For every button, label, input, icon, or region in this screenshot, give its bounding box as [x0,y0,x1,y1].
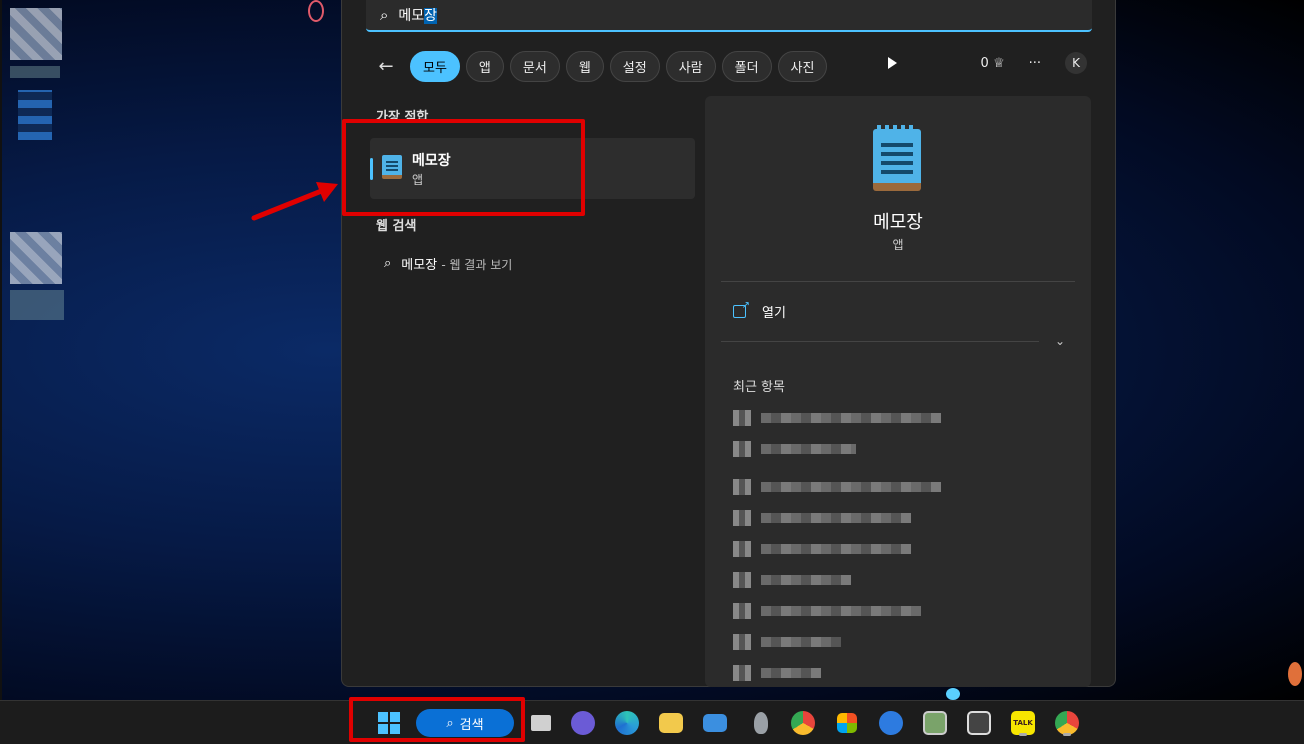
rewards-trophy-icon: ♕ [992,55,1005,71]
desktop-icon-blurred-1[interactable] [10,8,62,60]
annotation-highlight-best-match [342,119,585,216]
recent-item[interactable] [733,665,821,681]
desktop-icon-blurred-2[interactable] [18,90,52,140]
web-result-suffix: - 웹 결과 보기 [441,258,513,272]
filter-settings[interactable]: 설정 [609,50,660,82]
recent-item[interactable] [733,479,941,495]
filter-documents[interactable]: 문서 [509,50,560,82]
remote-desktop-icon[interactable] [964,708,994,738]
file-explorer-icon[interactable] [656,708,686,738]
search-icon: ⌕ [380,6,389,24]
web-result-query: 메모장 [401,258,438,273]
search-panel: ⌕ 메모장 ← 모두 앱 문서 웹 설정 사람 폴더 사진 0 ♕ ··· K … [341,0,1116,687]
update-icon[interactable] [876,708,906,738]
filter-bar: ← 모두 앱 문서 웹 설정 사람 폴더 사진 [372,50,828,82]
divider [721,341,1039,342]
open-label: 열기 [762,306,786,321]
annotation-arrow [251,182,338,221]
web-search-heading: 웹 검색 [376,219,417,234]
mail-icon[interactable] [700,708,730,738]
teams-icon[interactable] [568,708,598,738]
alienware-icon[interactable] [746,708,776,738]
recent-item[interactable] [733,572,851,588]
edge-icon[interactable] [612,708,642,738]
filter-photos[interactable]: 사진 [777,50,828,82]
search-query-text: 메모 [398,8,425,24]
search-icon: ⌕ [384,256,392,271]
account-avatar[interactable]: K [1065,52,1087,74]
search-query-selected: 장 [424,8,438,24]
recent-item[interactable] [733,603,921,619]
desktop-icon-blurred-3[interactable] [10,232,62,284]
annotation-highlight-start-search [349,697,525,742]
task-view-icon[interactable] [526,708,556,738]
filter-folders[interactable]: 폴더 [721,50,772,82]
chevron-down-icon[interactable]: ⌄ [1055,334,1065,348]
taskbar: ⌕ 검색 TALK [0,700,1304,744]
more-options-icon[interactable]: ··· [1029,56,1041,71]
recent-item[interactable] [733,634,841,650]
filter-people[interactable]: 사람 [665,50,716,82]
open-external-icon [733,300,750,318]
search-toolbar: 0 ♕ ··· K [887,52,1087,74]
recent-item[interactable] [733,441,856,457]
play-icon[interactable] [887,57,897,69]
store-icon[interactable] [832,708,862,738]
filter-web[interactable]: 웹 [565,50,604,82]
search-input[interactable]: ⌕ 메모장 [366,0,1092,32]
divider [721,281,1075,282]
recent-item[interactable] [733,541,911,557]
kakaotalk-icon[interactable]: TALK [1008,708,1038,738]
chrome-icon[interactable] [788,708,818,738]
back-arrow-icon[interactable]: ← [372,52,400,80]
web-search-result[interactable]: ⌕ 메모장 - 웹 결과 보기 › [384,254,716,274]
open-action[interactable]: 열기 [733,300,786,321]
rewards-points[interactable]: 0 ♕ [981,56,1005,71]
detail-subtitle: 앱 [892,238,904,252]
recent-items-heading: 최근 항목 [733,380,785,395]
image-viewer-icon[interactable] [920,708,950,738]
recent-item[interactable] [733,510,911,526]
filter-apps[interactable]: 앱 [465,50,504,82]
recent-item[interactable] [733,410,941,426]
detail-pane: 메모장 앱 열기 ⌄ 최근 항목 [705,96,1091,687]
chrome-profile-icon[interactable] [1052,708,1082,738]
notepad-large-icon [873,125,921,191]
filter-all[interactable]: 모두 [410,50,460,82]
detail-title: 메모장 [873,212,923,233]
